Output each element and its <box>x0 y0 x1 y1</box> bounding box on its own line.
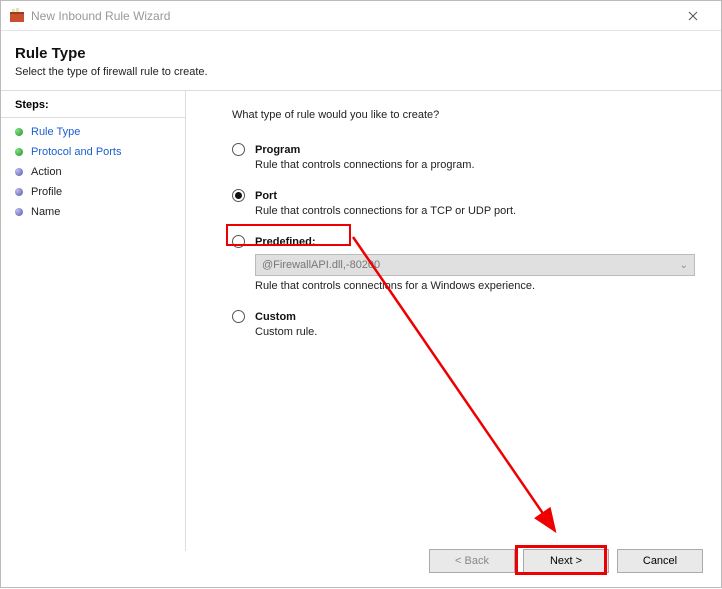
annotation-highlight-port <box>226 224 351 246</box>
content-prompt: What type of rule would you like to crea… <box>232 109 695 121</box>
option-program[interactable]: Program Rule that controls connections f… <box>232 143 695 171</box>
option-label: Custom <box>255 311 296 323</box>
step-label: Rule Type <box>31 126 80 138</box>
page-title: Rule Type <box>15 45 707 62</box>
bullet-icon <box>15 208 23 216</box>
cancel-button[interactable]: Cancel <box>617 549 703 573</box>
steps-sidebar: Steps: Rule Type Protocol and Ports Acti… <box>1 91 186 551</box>
steps-heading: Steps: <box>1 99 185 118</box>
back-button: < Back <box>429 549 515 573</box>
wizard-header: Rule Type Select the type of firewall ru… <box>1 31 721 90</box>
step-action[interactable]: Action <box>1 162 185 182</box>
step-protocol-ports[interactable]: Protocol and Ports <box>1 142 185 162</box>
step-label: Protocol and Ports <box>31 146 122 158</box>
predefined-dropdown: @FirewallAPI.dll,-80200 ⌄ <box>255 254 695 276</box>
titlebar: New Inbound Rule Wizard <box>1 1 721 31</box>
bullet-icon <box>15 168 23 176</box>
firewall-icon <box>9 8 25 24</box>
annotation-highlight-next <box>515 545 607 575</box>
option-custom[interactable]: Custom Custom rule. <box>232 310 695 338</box>
option-desc: Rule that controls connections for a TCP… <box>255 205 695 217</box>
option-desc: Rule that controls connections for a pro… <box>255 159 695 171</box>
content-pane: What type of rule would you like to crea… <box>186 91 721 551</box>
step-label: Name <box>31 206 60 218</box>
step-label: Action <box>31 166 62 178</box>
option-label: Program <box>255 144 300 156</box>
bullet-icon <box>15 148 23 156</box>
radio-custom[interactable] <box>232 310 245 323</box>
chevron-down-icon: ⌄ <box>680 260 688 271</box>
bullet-icon <box>15 188 23 196</box>
step-profile[interactable]: Profile <box>1 182 185 202</box>
bullet-icon <box>15 128 23 136</box>
option-desc: Rule that controls connections for a Win… <box>255 280 695 292</box>
page-subtitle: Select the type of firewall rule to crea… <box>15 66 707 78</box>
window-title: New Inbound Rule Wizard <box>31 9 673 23</box>
radio-port[interactable] <box>232 189 245 202</box>
option-label: Port <box>255 190 277 202</box>
step-name[interactable]: Name <box>1 202 185 222</box>
dropdown-value: @FirewallAPI.dll,-80200 <box>262 259 380 271</box>
step-rule-type[interactable]: Rule Type <box>1 122 185 142</box>
option-desc: Custom rule. <box>255 326 695 338</box>
step-label: Profile <box>31 186 62 198</box>
radio-program[interactable] <box>232 143 245 156</box>
close-button[interactable] <box>673 2 713 30</box>
option-port[interactable]: Port Rule that controls connections for … <box>232 189 695 217</box>
wizard-body: Steps: Rule Type Protocol and Ports Acti… <box>1 90 721 551</box>
